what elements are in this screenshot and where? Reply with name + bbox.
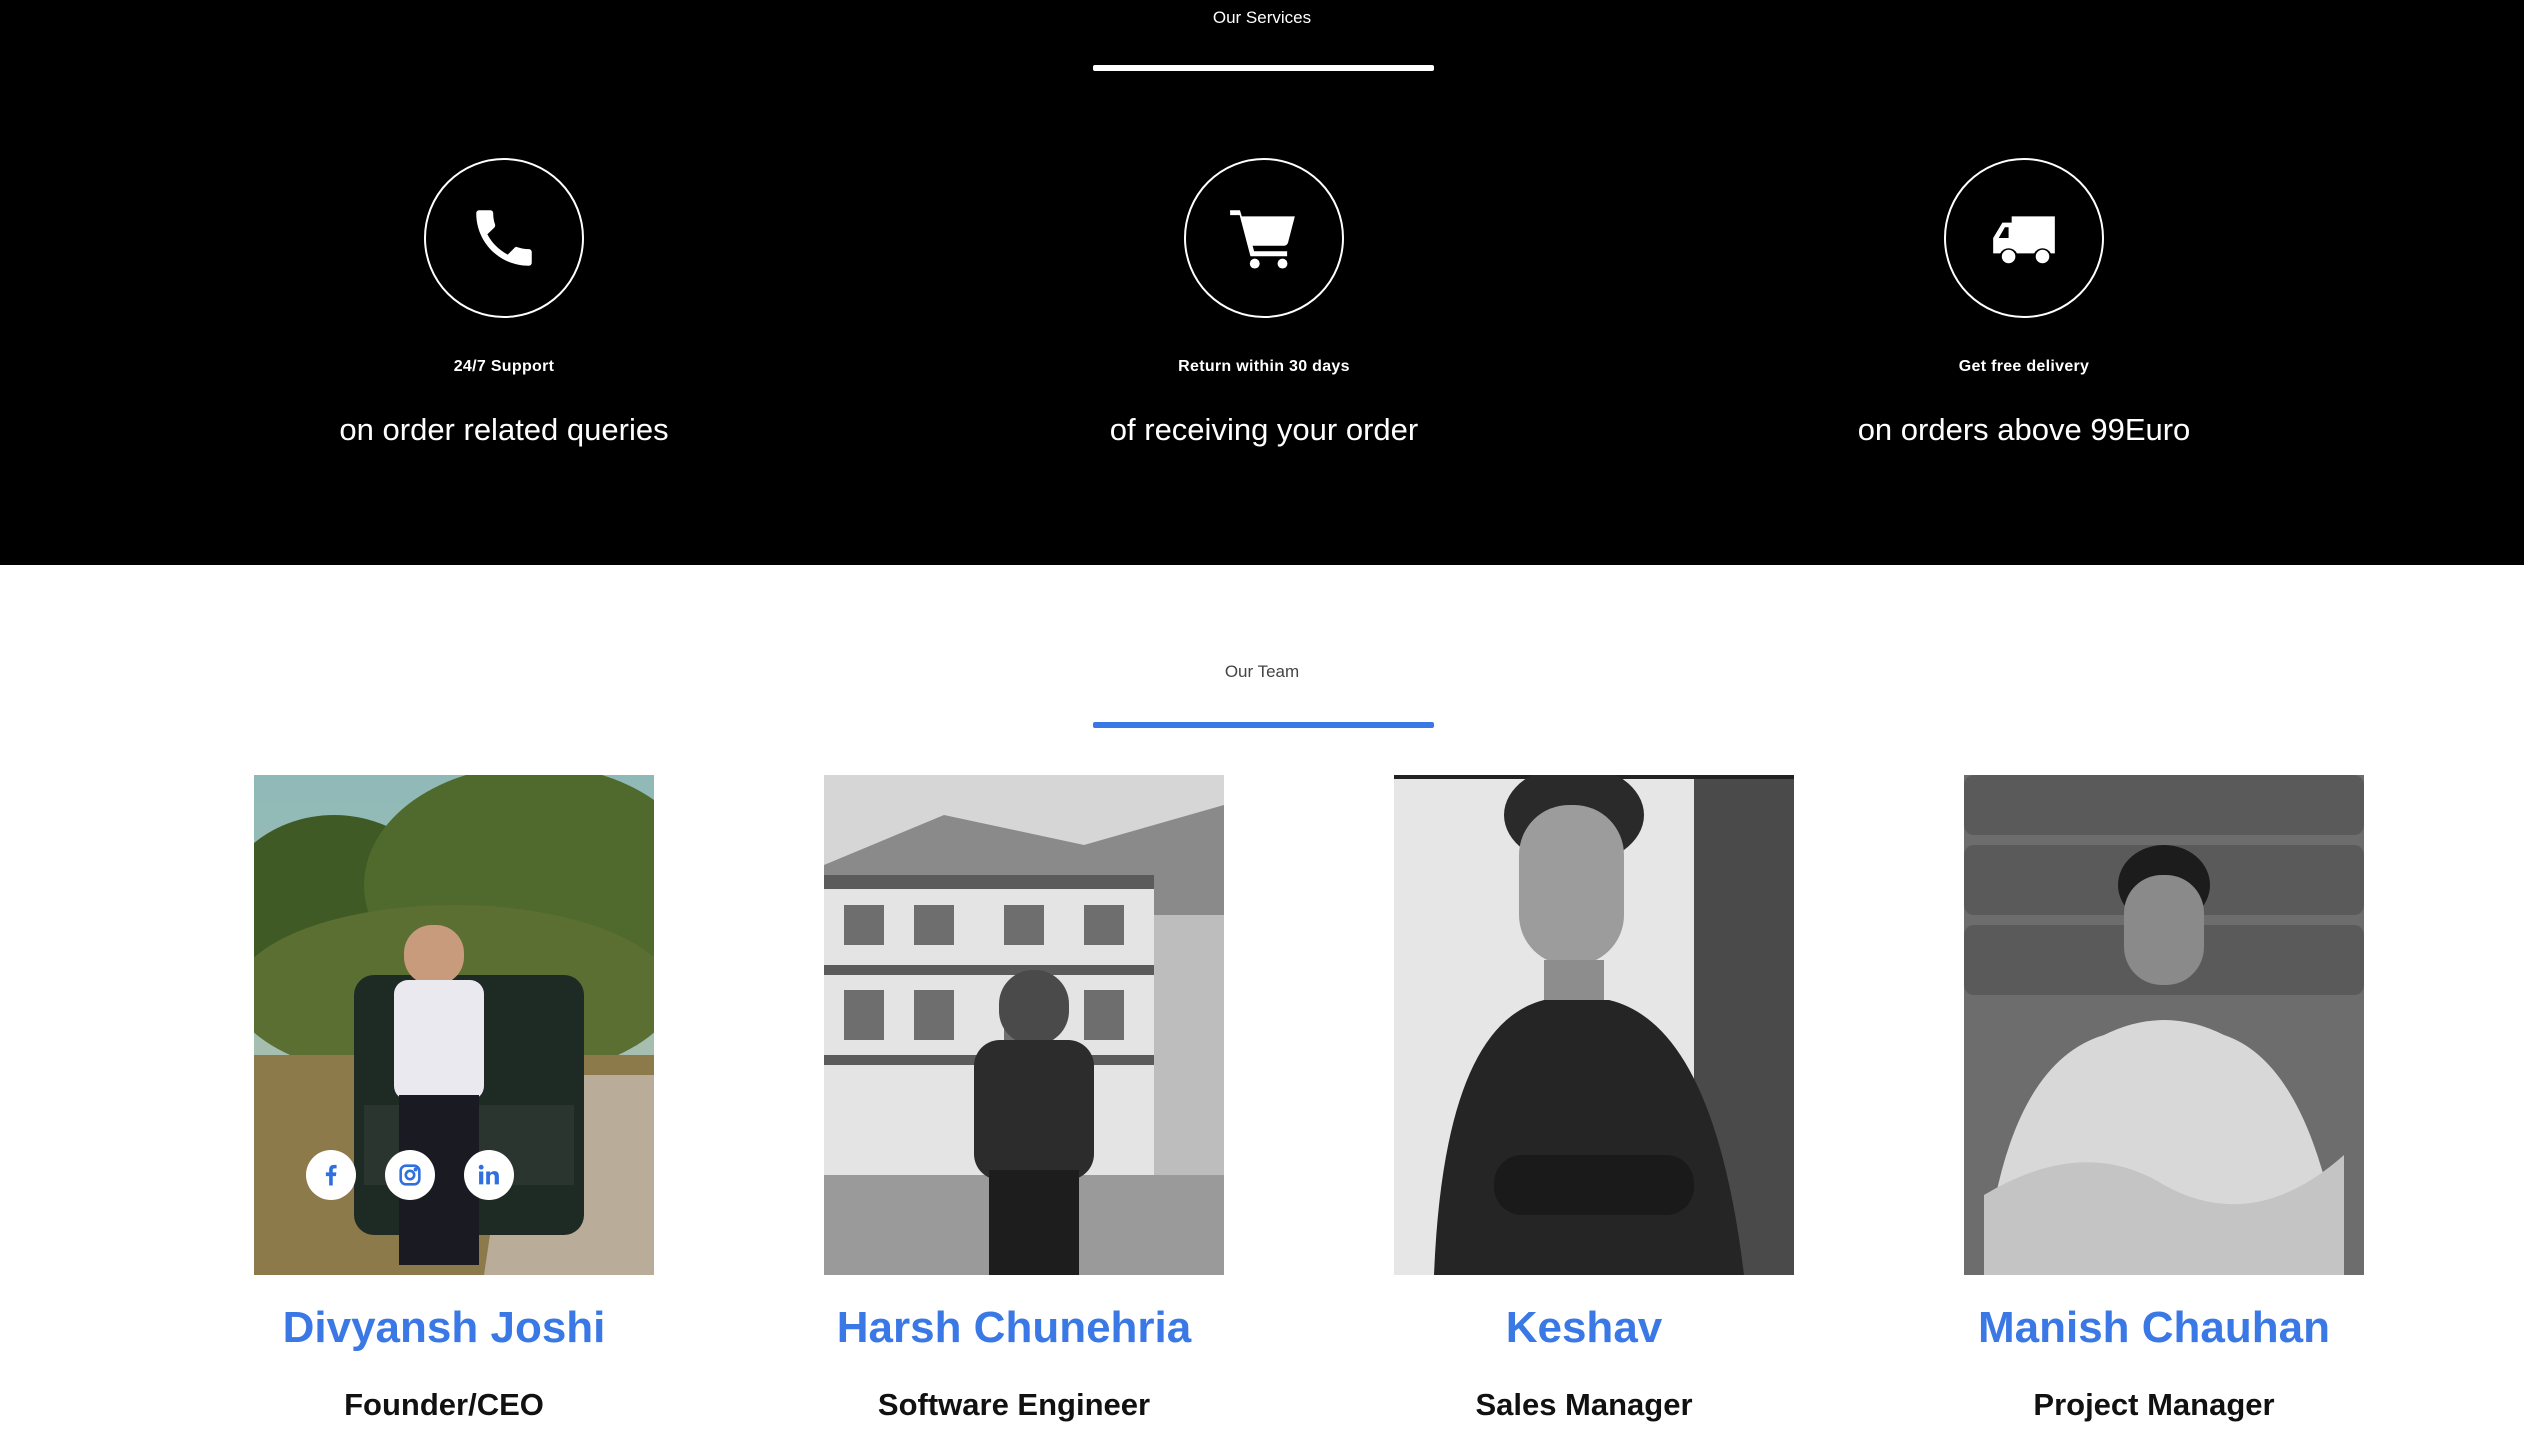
service-icon-circle [1184,158,1344,318]
member-role: Project Manager [2033,1387,2275,1422]
team-title: Our Team [1224,662,1300,681]
service-icon-circle [424,158,584,318]
service-delivery: Get free delivery on orders above 99Euro [1644,158,2404,448]
linkedin-icon[interactable] [464,1150,514,1200]
member-name: Manish Chauhan [1977,1303,2331,1352]
member-photo [1394,775,1794,1275]
member-name: Keshav [1505,1303,1663,1352]
member-photo-image [1394,775,1794,1275]
member-photo [1964,775,2364,1275]
member-role: Founder/CEO [344,1387,544,1422]
service-description: of receiving your order [1109,412,1419,447]
service-description: on order related queries [339,412,669,447]
social-links [306,1150,514,1200]
facebook-icon[interactable] [306,1150,356,1200]
phone-icon [476,210,532,266]
member-photo-image [254,775,654,1275]
services-section: Our Services 24/7 Support on order relat… [0,0,2524,565]
service-title: Get free delivery [1958,358,2090,375]
service-title: 24/7 Support [453,358,555,375]
service-returns: Return within 30 days of receiving your … [884,158,1644,448]
truck-icon [1993,216,2055,264]
service-support: 24/7 Support on order related queries [124,158,884,448]
services-title-underline [1093,65,1434,71]
member-photo-image [1964,775,2364,1275]
services-title: Our Services [1212,8,1312,27]
member-photo-image [824,775,1224,1275]
instagram-icon[interactable] [385,1150,435,1200]
member-name: Harsh Chunehria [836,1303,1192,1352]
member-role: Sales Manager [1475,1387,1693,1422]
member-role: Software Engineer [877,1387,1151,1422]
team-title-underline [1093,722,1434,728]
member-photo [824,775,1224,1275]
service-title: Return within 30 days [1178,358,1350,375]
service-icon-circle [1944,158,2104,318]
member-name: Divyansh Joshi [282,1303,606,1352]
service-description: on orders above 99Euro [1857,412,2191,447]
cart-icon [1230,210,1295,269]
member-photo [254,775,654,1275]
